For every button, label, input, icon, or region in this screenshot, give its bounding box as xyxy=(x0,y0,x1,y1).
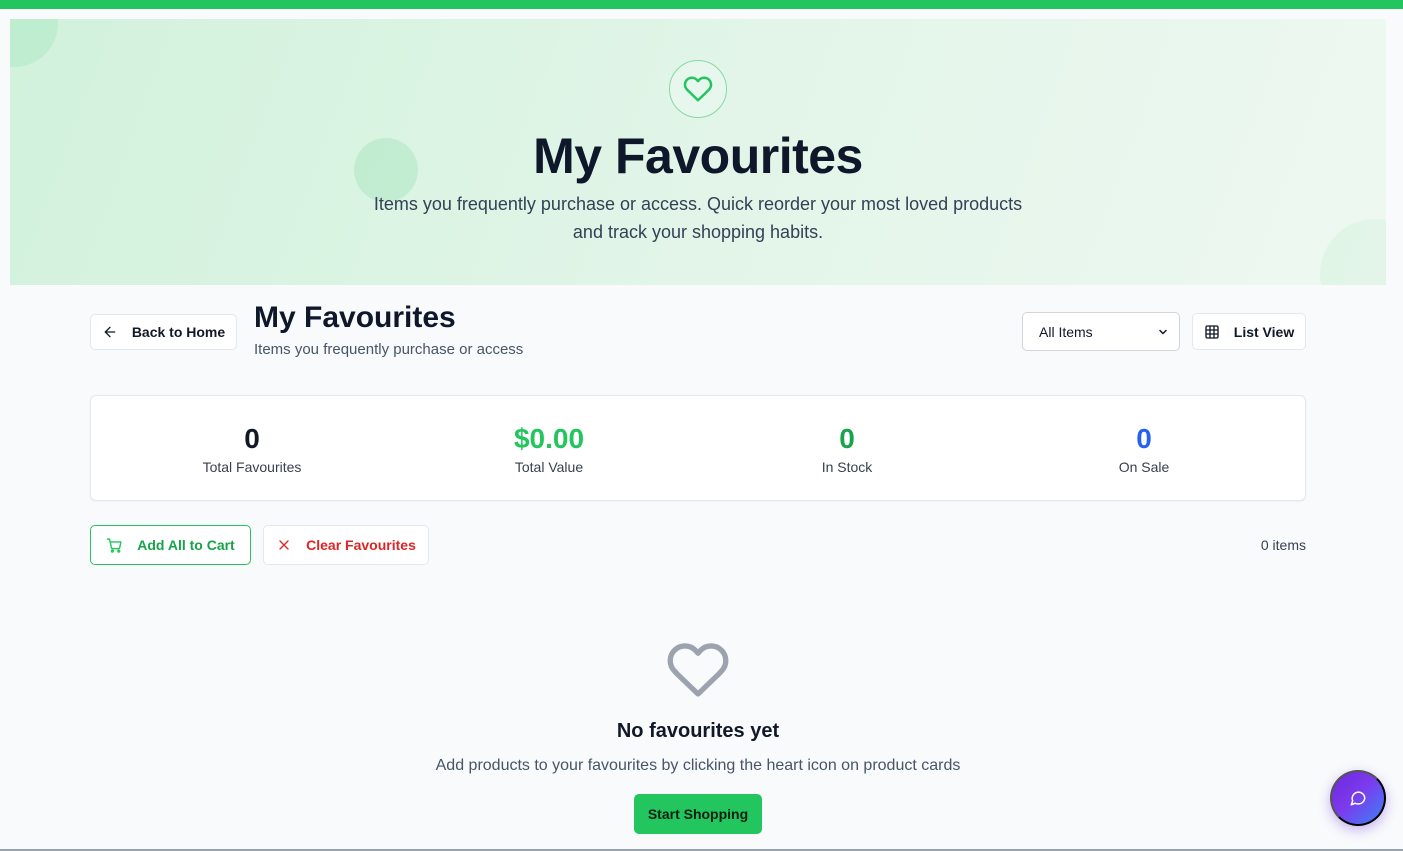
grid-icon xyxy=(1204,324,1220,340)
add-all-to-cart-label: Add All to Cart xyxy=(137,537,235,553)
list-view-button[interactable]: List View xyxy=(1192,313,1306,350)
stat-label: On Sale xyxy=(1118,459,1170,475)
stat-in-stock: 0 In Stock xyxy=(697,422,997,475)
hero-heart-badge xyxy=(669,60,727,118)
items-count: 0 items xyxy=(1260,537,1306,553)
stat-value: 0 xyxy=(1136,423,1152,454)
stat-total-value: $0.00 Total Value xyxy=(399,422,699,475)
back-to-home-button[interactable]: Back to Home xyxy=(90,314,237,350)
filter-selected-value: All Items xyxy=(1039,323,1093,340)
empty-state-subtitle: Add products to your favourites by click… xyxy=(435,757,961,774)
heart-icon xyxy=(683,76,713,102)
chat-bubble-icon xyxy=(1350,791,1366,806)
decorative-circle xyxy=(1320,219,1386,285)
stats-card: 0 Total Favourites $0.00 Total Value 0 I… xyxy=(90,395,1306,501)
page-subtitle: Items you frequently purchase or access xyxy=(254,341,524,358)
chevron-down-icon xyxy=(1159,329,1167,334)
empty-state-title: No favourites yet xyxy=(616,720,780,742)
hero-banner: My Favourites Items you frequently purch… xyxy=(10,19,1386,285)
hero-title: My Favourites xyxy=(533,128,863,184)
chat-button[interactable] xyxy=(1330,770,1386,826)
stat-value: 0 xyxy=(839,423,855,454)
filter-select[interactable]: All Items xyxy=(1022,312,1180,351)
top-accent-bar xyxy=(0,0,1403,9)
hero-subtitle: Items you frequently purchase or access.… xyxy=(373,194,1023,242)
decorative-circle xyxy=(10,19,58,67)
list-view-label: List View xyxy=(1233,323,1295,340)
close-icon xyxy=(276,537,292,553)
stat-total-favourites: 0 Total Favourites xyxy=(102,422,402,475)
add-all-to-cart-button[interactable]: Add All to Cart xyxy=(90,525,251,565)
page-title: My Favourites xyxy=(254,301,456,334)
clear-favourites-label: Clear Favourites xyxy=(306,537,416,553)
stat-on-sale: 0 On Sale xyxy=(994,422,1294,475)
stat-label: Total Value xyxy=(514,459,584,475)
stat-label: Total Favourites xyxy=(202,459,302,475)
back-to-home-label: Back to Home xyxy=(131,324,226,340)
shopping-cart-icon xyxy=(106,537,123,554)
stat-value: 0 xyxy=(244,423,260,454)
stat-label: In Stock xyxy=(821,459,873,475)
start-shopping-button[interactable]: Start Shopping xyxy=(634,794,762,834)
stat-value: $0.00 xyxy=(513,423,585,454)
arrow-left-icon xyxy=(102,324,118,340)
empty-heart-icon xyxy=(666,640,730,705)
clear-favourites-button[interactable]: Clear Favourites xyxy=(263,525,429,565)
